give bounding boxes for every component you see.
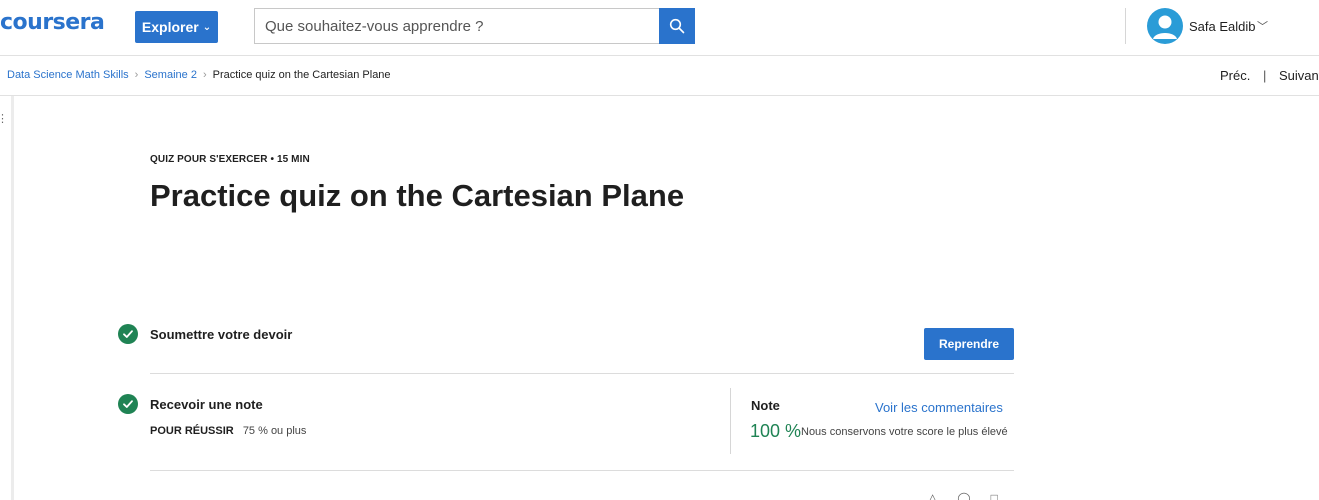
grade-divider bbox=[730, 388, 731, 454]
chevron-right-icon: › bbox=[202, 69, 207, 81]
chevron-down-icon[interactable]: ﹀ bbox=[1257, 18, 1268, 34]
grade-step-title: Recevoir une note bbox=[150, 397, 263, 412]
pass-requirement: POUR RÉUSSIR 75 % ou plus bbox=[150, 425, 306, 437]
page-title: Practice quiz on the Cartesian Plane bbox=[150, 178, 685, 213]
nav-separator: | bbox=[1263, 68, 1267, 83]
check-circle-icon bbox=[118, 324, 138, 344]
submit-step-title: Soumettre votre devoir bbox=[150, 327, 293, 342]
search-input[interactable] bbox=[254, 8, 660, 44]
explore-button[interactable]: Explorer ⌄ bbox=[135, 11, 218, 43]
grade-note: Nous conservons votre score le plus élev… bbox=[801, 426, 1008, 438]
like-icon[interactable]: △ bbox=[928, 491, 937, 500]
breadcrumb-bar: Data Science Math Skills › Semaine 2 › P… bbox=[0, 56, 1319, 96]
top-header: coursera Explorer ⌄ Safa Ealdib ﹀ bbox=[0, 0, 1319, 56]
chevron-down-icon: ⌄ bbox=[202, 21, 212, 33]
breadcrumb-current: Practice quiz on the Cartesian Plane bbox=[212, 69, 391, 81]
divider bbox=[150, 470, 1014, 471]
divider bbox=[150, 373, 1014, 374]
grade-label: Note bbox=[751, 398, 780, 413]
next-link[interactable]: Suivant bbox=[1279, 68, 1319, 83]
retry-button[interactable]: Reprendre bbox=[924, 328, 1014, 360]
search-button[interactable] bbox=[659, 8, 695, 44]
view-feedback-link[interactable]: Voir les commentaires bbox=[875, 400, 1003, 415]
user-name[interactable]: Safa Ealdib bbox=[1189, 19, 1256, 34]
chevron-right-icon: › bbox=[134, 69, 139, 81]
breadcrumb-week[interactable]: Semaine 2 bbox=[144, 69, 197, 81]
previous-link[interactable]: Préc. bbox=[1220, 68, 1250, 83]
dislike-icon[interactable]: ◯ bbox=[957, 491, 970, 500]
user-avatar-icon[interactable] bbox=[1147, 8, 1183, 44]
pass-value: 75 % ou plus bbox=[242, 425, 307, 437]
menu-icon[interactable]: ⋮ bbox=[0, 112, 8, 125]
bottom-toolbar: △ ◯ □ bbox=[928, 491, 998, 500]
breadcrumb-course[interactable]: Data Science Math Skills bbox=[7, 69, 129, 81]
flag-icon[interactable]: □ bbox=[991, 491, 998, 500]
header-divider bbox=[1125, 8, 1126, 44]
left-rail: ⋮ bbox=[0, 96, 14, 500]
breadcrumb: Data Science Math Skills › Semaine 2 › P… bbox=[7, 69, 391, 81]
check-circle-icon bbox=[118, 394, 138, 414]
explore-label: Explorer bbox=[141, 19, 199, 35]
pass-label: POUR RÉUSSIR bbox=[150, 425, 234, 437]
search-icon bbox=[669, 18, 685, 34]
grade-value: 100 % bbox=[750, 421, 802, 441]
search-bar bbox=[254, 8, 695, 44]
coursera-logo[interactable]: coursera bbox=[0, 10, 105, 35]
quiz-kicker: QUIZ POUR S'EXERCER • 15 MIN bbox=[150, 154, 310, 165]
